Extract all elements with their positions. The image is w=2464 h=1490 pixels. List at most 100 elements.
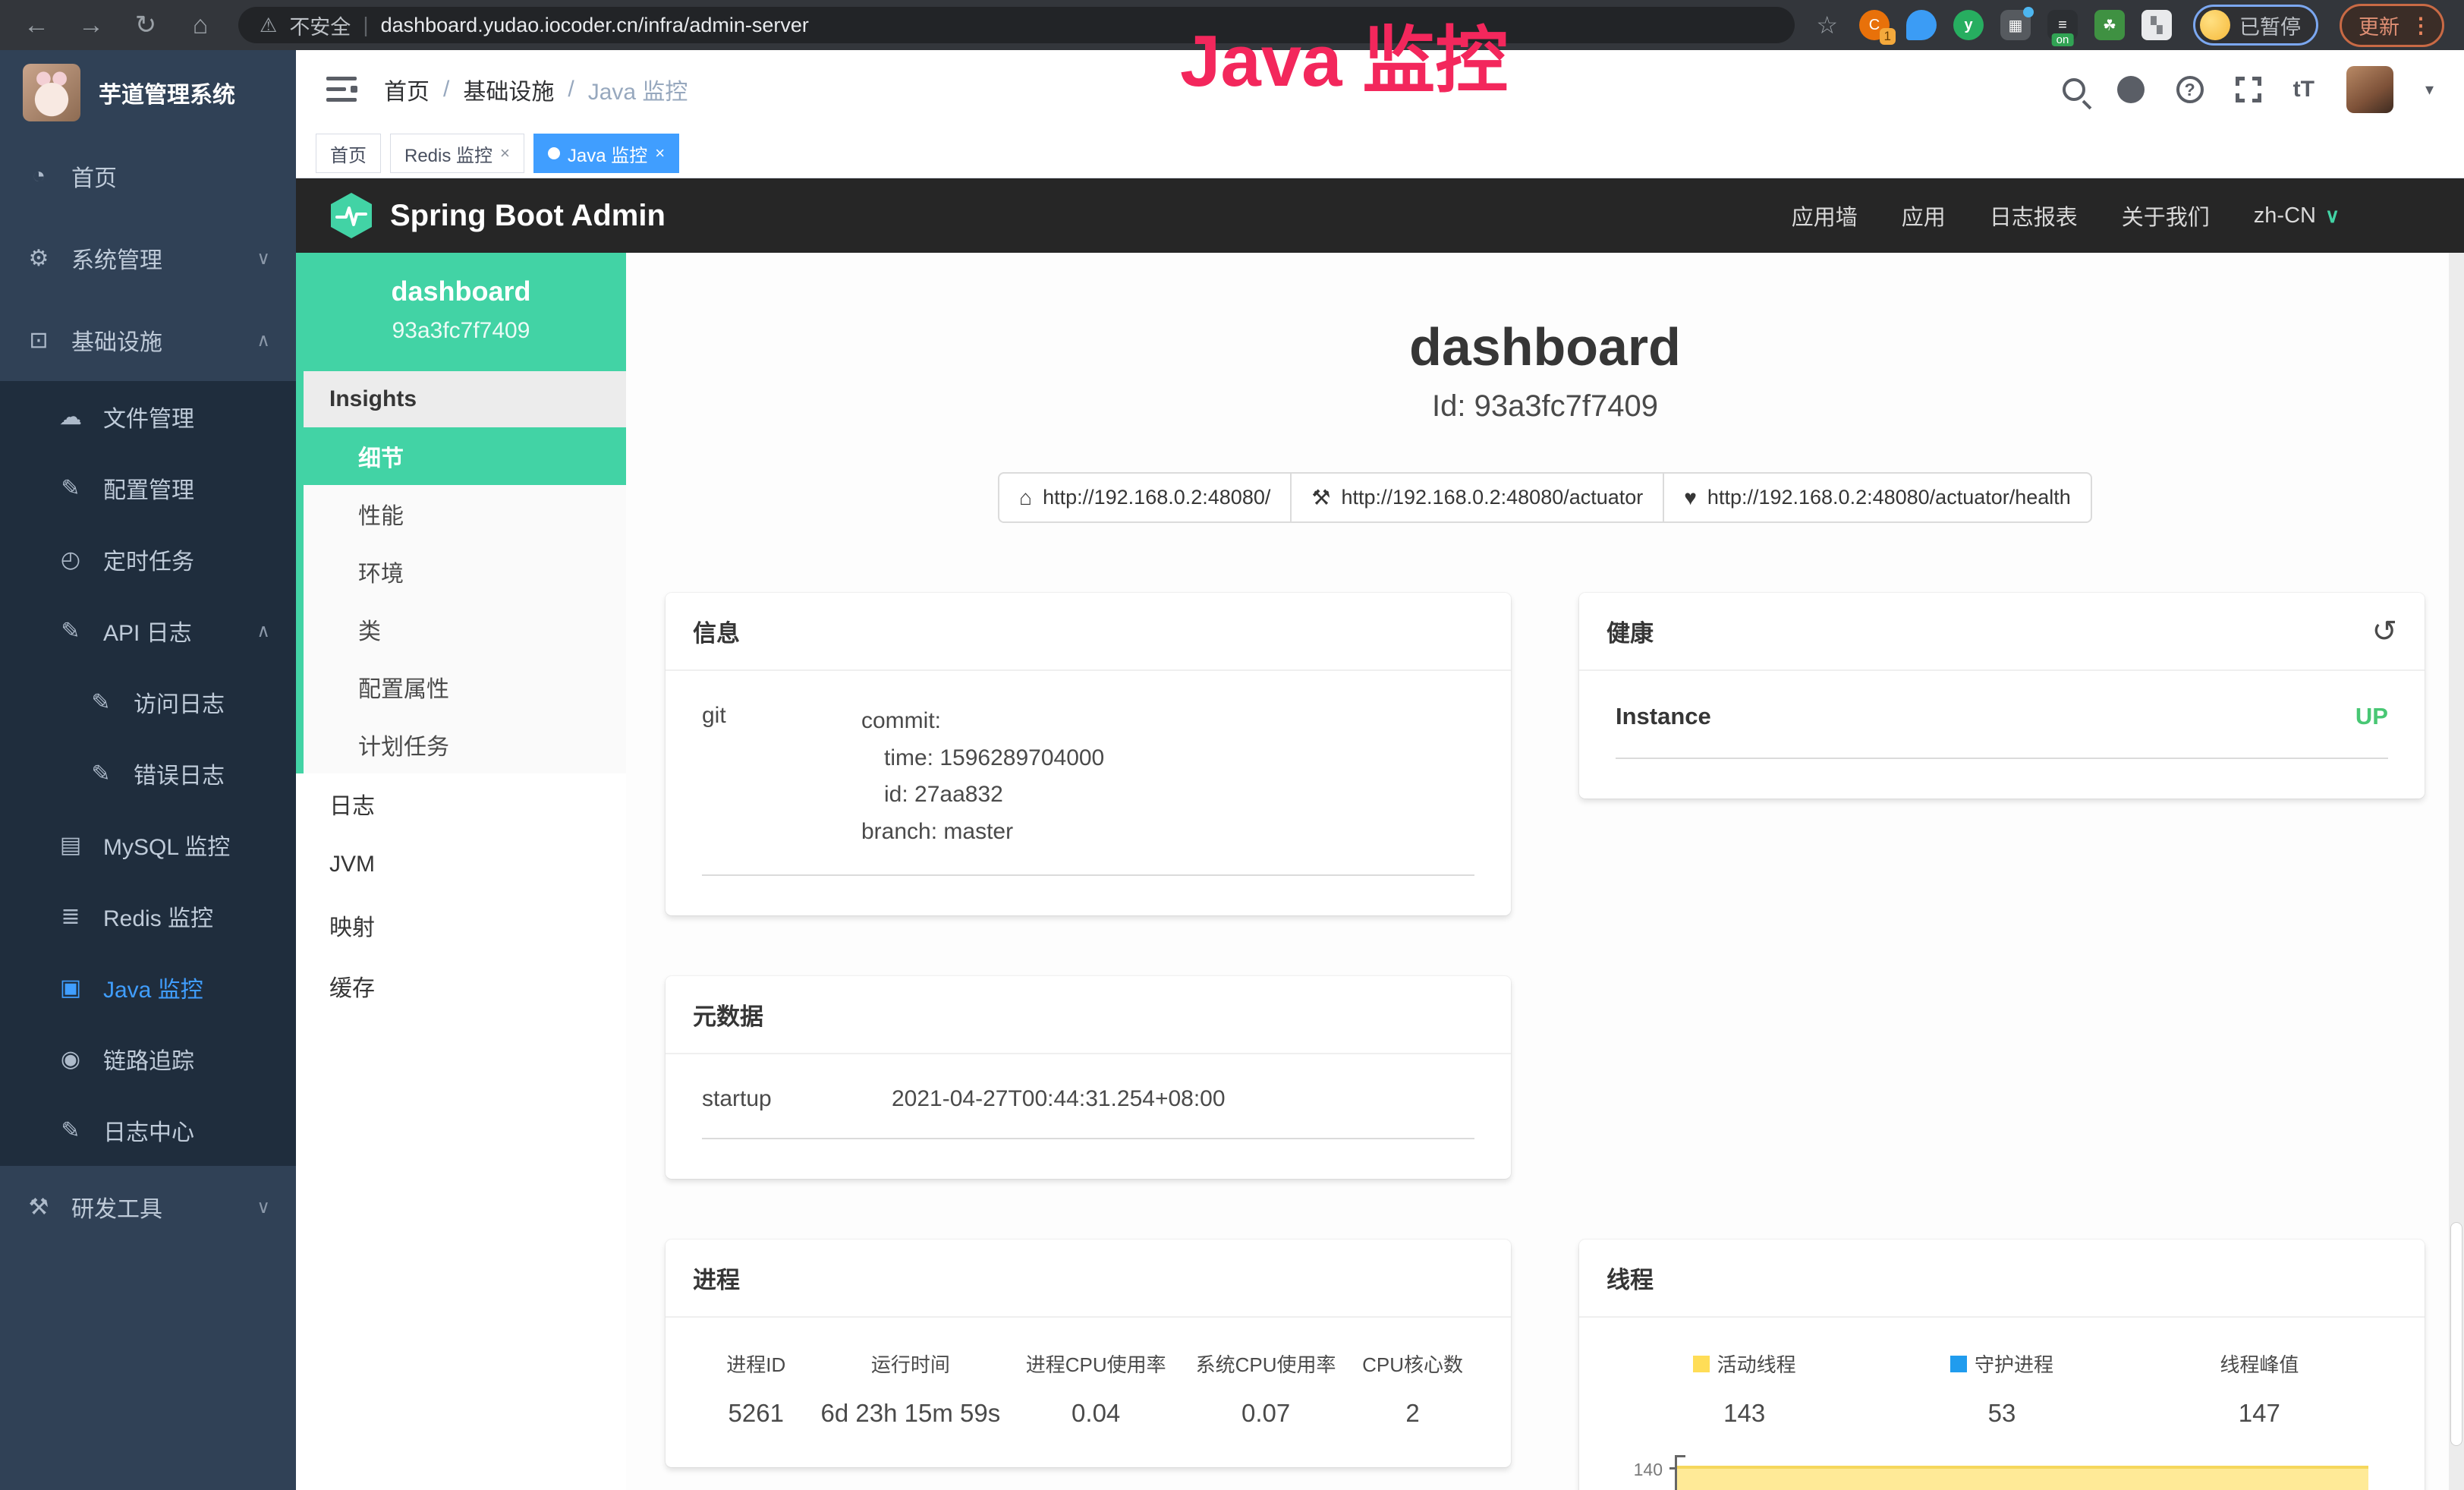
back-icon[interactable]: ← — [20, 11, 53, 40]
avatar-caret-icon[interactable]: ▾ — [2425, 80, 2434, 99]
address-bar[interactable]: ⚠ 不安全 | dashboard.yudao.iocoder.cn/infra… — [238, 7, 1795, 43]
git-label: git — [702, 703, 861, 850]
extension-pin-icon[interactable] — [1906, 10, 1937, 40]
breadcrumb-home[interactable]: 首页 — [384, 73, 430, 106]
bookmark-star-icon[interactable]: ☆ — [1816, 11, 1838, 39]
help-icon[interactable]: ? — [2176, 76, 2204, 103]
app-logo-image — [23, 64, 80, 121]
sba-brand-title: Spring Boot Admin — [390, 199, 666, 233]
sidebar-item-trace[interactable]: ◉ 链路追踪 — [0, 1023, 296, 1095]
sidebar-item-mysql-monitor[interactable]: ▤ MySQL 监控 — [0, 809, 296, 880]
menu-item-caches[interactable]: 缓存 — [296, 956, 626, 1016]
font-size-icon[interactable]: tT — [2293, 77, 2315, 102]
menu-item-config-props[interactable]: 配置属性 — [304, 658, 626, 716]
extension-puzzle-icon[interactable]: ▚ — [2141, 10, 2172, 40]
screen: ← → ↻ ⌂ ⚠ 不安全 | dashboard.yudao.iocoder.… — [0, 0, 2464, 1490]
tag-redis-monitor[interactable]: Redis 监控 × — [390, 134, 524, 173]
breadcrumb-infrastructure[interactable]: 基础设施 — [463, 73, 554, 106]
reload-icon[interactable]: ↻ — [129, 10, 162, 40]
browser-profile-button[interactable]: 已暂停 — [2193, 5, 2318, 46]
browser-update-button[interactable]: 更新 ⋮ — [2340, 4, 2444, 47]
scrollbar-track[interactable] — [2449, 253, 2464, 1490]
chevron-up-icon: ∧ — [256, 329, 270, 351]
history-icon[interactable]: ↺ — [2371, 616, 2397, 647]
kebab-menu-icon[interactable]: ⋮ — [2410, 13, 2431, 38]
threads-card-title: 线程 — [1579, 1240, 2425, 1318]
home-icon[interactable]: ⌂ — [184, 11, 217, 40]
heart-icon: ♥ — [1684, 486, 1697, 510]
close-icon[interactable]: × — [655, 143, 665, 163]
sidebar-item-scheduled-tasks[interactable]: ◴ 定时任务 — [0, 524, 296, 595]
menu-item-classes[interactable]: 类 — [304, 600, 626, 658]
blue-legend-swatch — [1950, 1356, 1967, 1372]
sba-nav-about[interactable]: 关于我们 — [2122, 200, 2210, 232]
sba-language-select[interactable]: zh-CN ∨ — [2254, 203, 2340, 228]
monitor-icon: ⊡ — [23, 327, 55, 354]
toolbox-icon: ⚒ — [23, 1194, 55, 1221]
sidebar-item-api-logs[interactable]: ✎ API 日志 ∧ — [0, 595, 296, 666]
forward-icon[interactable]: → — [74, 11, 108, 40]
user-avatar[interactable] — [2346, 66, 2393, 113]
fullscreen-icon[interactable] — [2236, 77, 2261, 102]
sidebar-item-java-monitor[interactable]: ▣ Java 监控 — [0, 952, 296, 1023]
sba-brand[interactable]: Spring Boot Admin — [329, 191, 666, 240]
sidebar-item-file-management[interactable]: ☁ 文件管理 — [0, 381, 296, 452]
sidebar-item-infrastructure[interactable]: ⊡ 基础设施 ∧ — [0, 299, 296, 381]
menu-item-environment[interactable]: 环境 — [304, 543, 626, 600]
breadcrumb-current: Java 监控 — [588, 73, 688, 106]
sba-nav-journal[interactable]: 日志报表 — [1990, 200, 2078, 232]
menu-item-mappings[interactable]: 映射 — [296, 895, 626, 956]
sidebar-item-access-logs[interactable]: ✎ 访问日志 — [0, 666, 296, 738]
tag-home[interactable]: 首页 — [316, 134, 381, 173]
menu-item-performance[interactable]: 性能 — [304, 485, 626, 543]
daemon-threads-value: 53 — [1873, 1399, 2130, 1428]
sidebar-item-config-management[interactable]: ✎ 配置管理 — [0, 452, 296, 524]
sidebar-item-error-logs[interactable]: ✎ 错误日志 — [0, 738, 296, 809]
health-url-button[interactable]: ♥ http://192.168.0.2:48080/actuator/heal… — [1663, 472, 2092, 523]
insights-group-header: Insights — [304, 371, 626, 427]
wrench-icon: ⚒ — [1311, 485, 1330, 510]
chevron-down-icon: ∨ — [256, 247, 270, 269]
sidebar-item-system-management[interactable]: ⚙ 系统管理 ∨ — [0, 217, 296, 299]
spring-boot-admin-frame: Spring Boot Admin 应用墙 应用 日志报表 关于我们 zh-CN… — [296, 178, 2464, 1490]
chevron-up-icon: ∧ — [256, 620, 270, 642]
scrollbar-thumb[interactable] — [2450, 1222, 2462, 1446]
actuator-url-button[interactable]: ⚒ http://192.168.0.2:48080/actuator — [1290, 472, 1664, 523]
service-url-button[interactable]: ⌂ http://192.168.0.2:48080/ — [998, 472, 1292, 523]
health-instance-row[interactable]: Instance UP — [1616, 703, 2388, 759]
mysql-icon: ▤ — [55, 832, 87, 858]
app-logo-row[interactable]: 芋道管理系统 — [0, 50, 296, 135]
github-icon[interactable] — [2117, 76, 2145, 103]
extension-plant-icon[interactable]: ☘ — [2094, 10, 2125, 40]
url-text[interactable]: dashboard.yudao.iocoder.cn/infra/admin-s… — [381, 14, 809, 37]
legend-live-threads: 活动线程 — [1616, 1350, 1873, 1378]
page-title: dashboard — [626, 317, 2464, 377]
menu-item-logs[interactable]: 日志 — [296, 773, 626, 834]
search-icon[interactable] — [2063, 78, 2085, 101]
sidebar-item-dev-tools[interactable]: ⚒ 研发工具 ∨ — [0, 1166, 296, 1248]
peak-threads-value: 147 — [2131, 1399, 2388, 1428]
extension-colorzilla-icon[interactable]: C — [1859, 10, 1890, 40]
sba-nav-wallboard[interactable]: 应用墙 — [1792, 200, 1858, 232]
sba-nav-applications[interactable]: 应用 — [1902, 200, 1946, 232]
hamburger-icon[interactable] — [326, 77, 357, 102]
sidebar-item-redis-monitor[interactable]: ≣ Redis 监控 — [0, 880, 296, 952]
extension-on-badge-icon[interactable]: ≡ — [2047, 10, 2078, 40]
tag-java-monitor[interactable]: Java 监控 × — [533, 134, 679, 173]
extension-y-icon[interactable]: y — [1953, 10, 1984, 40]
close-icon[interactable]: × — [500, 143, 510, 163]
health-card-title: 健康 — [1606, 614, 1654, 648]
sidebar-item-home[interactable]: ◔ 首页 — [0, 135, 296, 217]
live-threads-area-series — [1677, 1466, 2368, 1490]
sidebar-item-log-center[interactable]: ✎ 日志中心 — [0, 1095, 296, 1166]
cpu-cores-value: 2 — [1351, 1399, 1474, 1428]
menu-item-details[interactable]: 细节 — [304, 427, 626, 485]
security-label[interactable]: 不安全 — [289, 11, 351, 40]
admin-sidebar: 芋道管理系统 ◔ 首页 ⚙ 系统管理 ∨ ⊡ 基础设施 ∧ ☁ 文件管理 — [0, 50, 296, 1490]
menu-item-scheduled-tasks[interactable]: 计划任务 — [304, 716, 626, 773]
chevron-down-icon: ∨ — [256, 1196, 270, 1218]
sba-instance-sidebar: dashboard 93a3fc7f7409 Insights 细节 性能 环境… — [296, 253, 626, 1490]
menu-item-jvm[interactable]: JVM — [296, 834, 626, 895]
tags-view: 首页 Redis 监控 × Java 监控 × — [296, 129, 2464, 178]
extension-grid-icon[interactable]: ▦ — [2000, 10, 2031, 40]
